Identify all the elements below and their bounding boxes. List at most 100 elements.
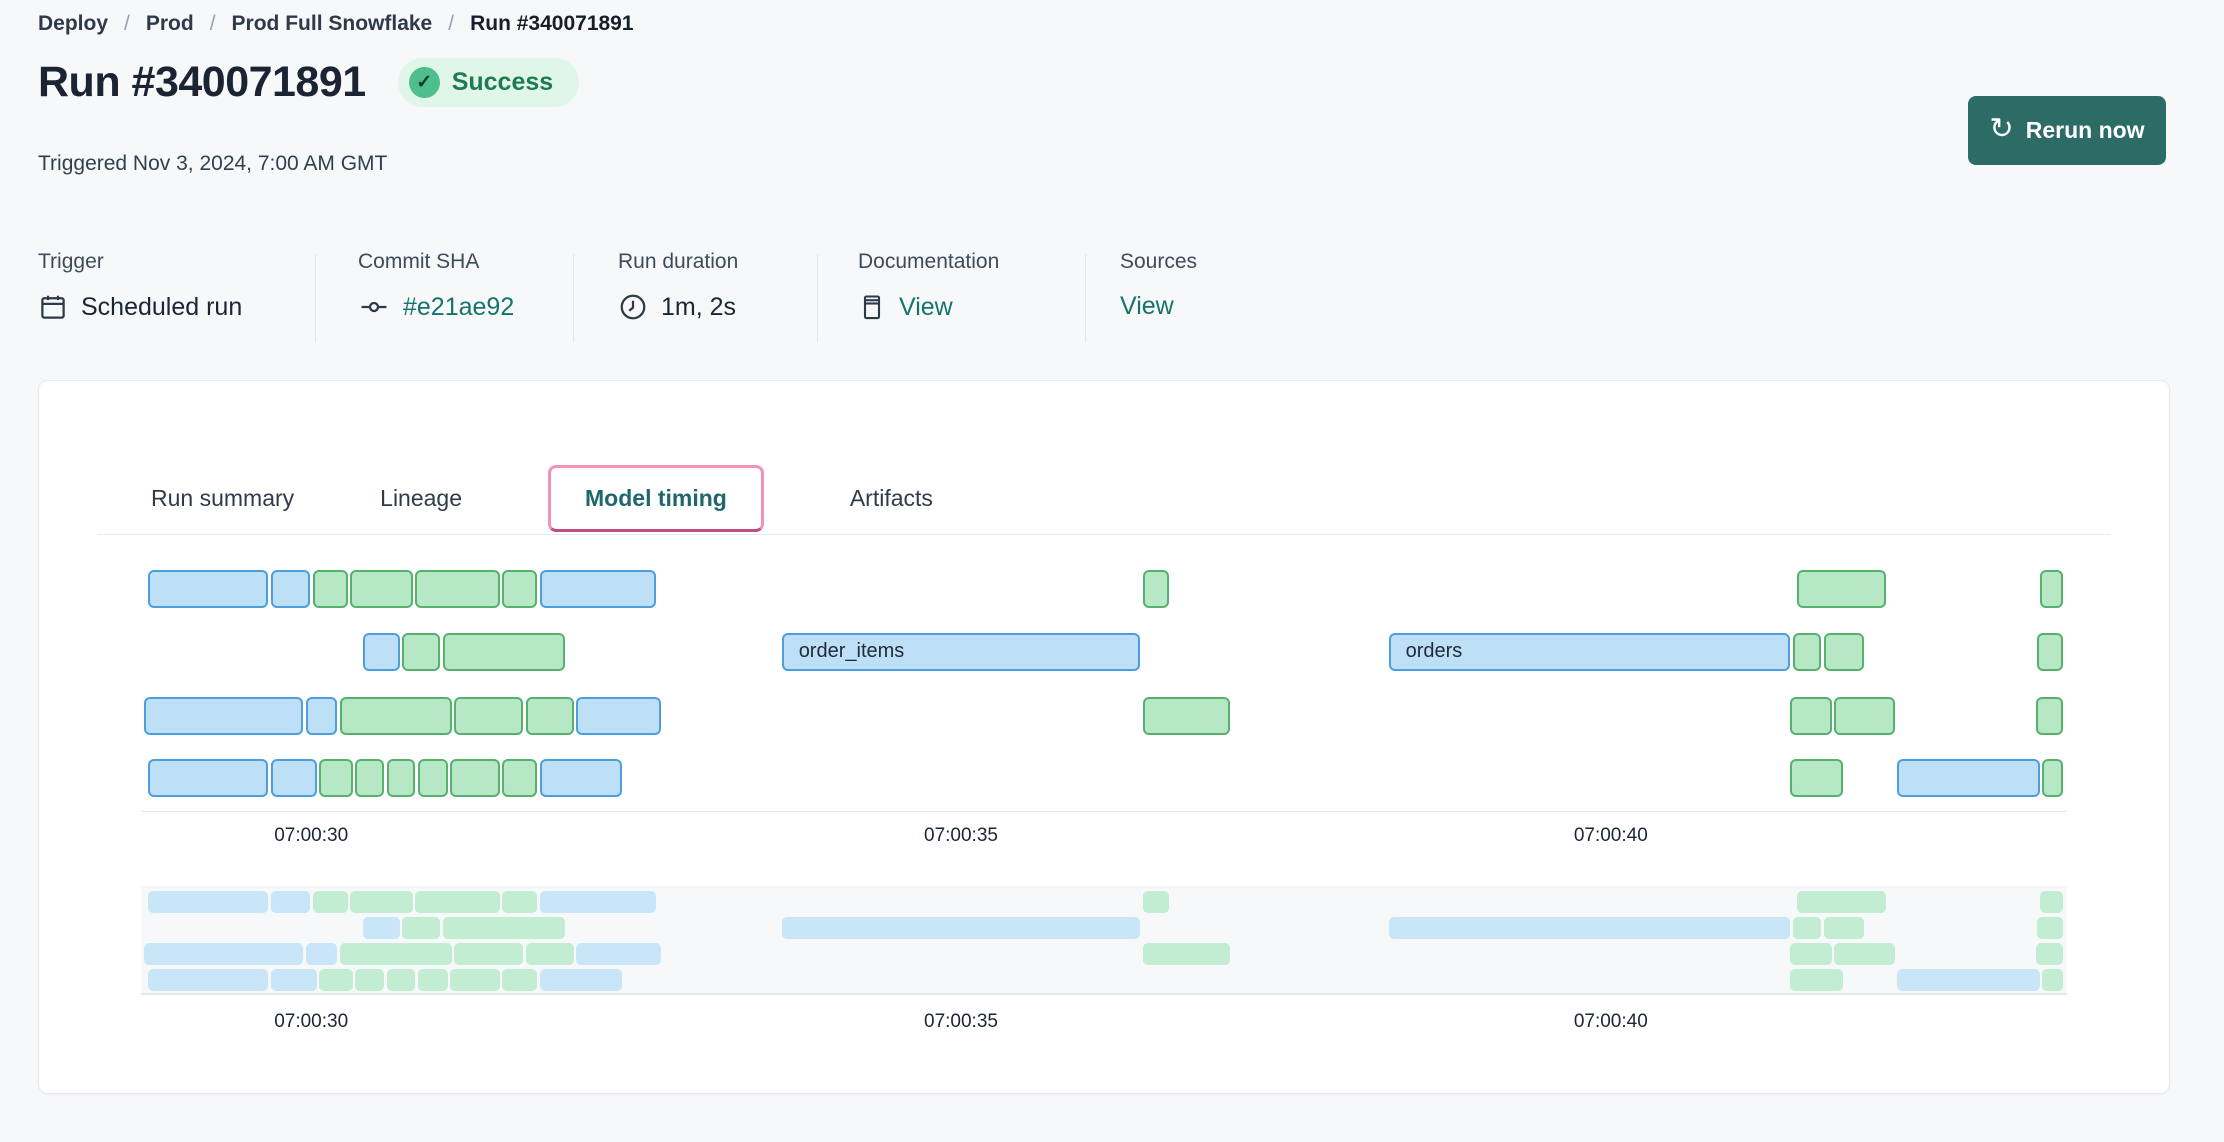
meta-sources-view-link[interactable]: View bbox=[1120, 292, 1174, 321]
timing-bar[interactable] bbox=[148, 570, 269, 608]
timing-bar bbox=[271, 891, 310, 913]
timing-bar[interactable] bbox=[526, 697, 574, 735]
timing-bar[interactable] bbox=[2042, 759, 2063, 797]
timing-bar-order_items[interactable]: order_items bbox=[782, 633, 1141, 671]
timing-bar[interactable] bbox=[402, 633, 440, 671]
timing-bar-orders bbox=[1389, 917, 1791, 939]
axis-tick-label: 07:00:40 bbox=[1574, 1011, 1648, 1033]
timing-bar bbox=[1897, 969, 2040, 991]
timing-bar[interactable] bbox=[454, 697, 523, 735]
timing-bar[interactable] bbox=[363, 633, 399, 671]
timing-bar[interactable] bbox=[313, 570, 348, 608]
rerun-now-button[interactable]: ↻ Rerun now bbox=[1968, 96, 2166, 165]
divider bbox=[1085, 254, 1086, 342]
timing-bar[interactable] bbox=[1143, 570, 1169, 608]
timing-bar bbox=[144, 943, 304, 965]
meta-trigger: Trigger Scheduled run bbox=[38, 250, 242, 322]
breadcrumb: Deploy / Prod / Prod Full Snowflake / Ru… bbox=[38, 12, 634, 36]
breadcrumb-job[interactable]: Prod Full Snowflake bbox=[232, 12, 433, 36]
timing-bar[interactable] bbox=[502, 759, 537, 797]
timing-bar[interactable] bbox=[2037, 633, 2063, 671]
meta-commit-value[interactable]: #e21ae92 bbox=[403, 293, 514, 322]
timing-bar bbox=[2037, 917, 2063, 939]
timing-bar bbox=[1143, 891, 1169, 913]
timing-bar[interactable] bbox=[450, 759, 499, 797]
timing-bar[interactable] bbox=[387, 759, 416, 797]
breadcrumb-separator: / bbox=[210, 12, 216, 36]
timing-bar bbox=[502, 891, 537, 913]
timing-bar[interactable] bbox=[415, 570, 500, 608]
axis-tick-label: 07:00:35 bbox=[924, 825, 998, 847]
timing-bar bbox=[313, 891, 348, 913]
timing-bar[interactable] bbox=[443, 633, 565, 671]
axis-tick-label: 07:00:30 bbox=[274, 825, 348, 847]
timing-bar bbox=[454, 943, 523, 965]
timing-bar bbox=[355, 969, 384, 991]
triggered-timestamp: Triggered Nov 3, 2024, 7:00 AM GMT bbox=[38, 152, 387, 176]
timing-bar bbox=[387, 969, 416, 991]
breadcrumb-deploy[interactable]: Deploy bbox=[38, 12, 108, 36]
axis-tick-label: 07:00:40 bbox=[1574, 825, 1648, 847]
status-badge-label: Success bbox=[452, 68, 553, 97]
timing-bar-orders[interactable]: orders bbox=[1389, 633, 1791, 671]
tab-artifacts[interactable]: Artifacts bbox=[850, 485, 933, 512]
timing-bar[interactable] bbox=[1797, 570, 1887, 608]
timing-bar[interactable] bbox=[319, 759, 353, 797]
tab-model-timing[interactable]: Model timing bbox=[548, 465, 764, 532]
timing-bar[interactable] bbox=[1790, 759, 1843, 797]
meta-duration-label: Run duration bbox=[618, 250, 738, 274]
gantt-axis-labels: 07:00:30 07:00:35 07:00:40 bbox=[141, 825, 2067, 849]
timing-bar bbox=[2042, 969, 2063, 991]
timing-bar[interactable] bbox=[576, 697, 661, 735]
timing-bar[interactable] bbox=[1824, 633, 1864, 671]
timing-bar[interactable] bbox=[350, 570, 412, 608]
timing-row: order_items orders bbox=[141, 633, 2067, 671]
tab-run-summary[interactable]: Run summary bbox=[151, 485, 294, 512]
timing-bar bbox=[415, 891, 500, 913]
breadcrumb-run: Run #340071891 bbox=[470, 12, 633, 36]
divider bbox=[817, 254, 818, 342]
timing-bar[interactable] bbox=[1790, 697, 1832, 735]
timing-bar bbox=[363, 917, 399, 939]
minimap-axis-labels: 07:00:3007:00:3507:00:40 bbox=[141, 1011, 2067, 1035]
run-detail-card: Run summary Lineage Model timing Artifac… bbox=[38, 380, 2170, 1094]
timing-bar[interactable] bbox=[1897, 759, 2040, 797]
axis-tick-label: 07:00:35 bbox=[924, 1011, 998, 1033]
timing-bar bbox=[1797, 891, 1887, 913]
timing-minimap[interactable] bbox=[141, 886, 2067, 995]
clock-icon bbox=[618, 292, 648, 322]
timing-bar[interactable] bbox=[540, 570, 656, 608]
timing-bar[interactable] bbox=[1834, 697, 1895, 735]
timing-bar[interactable] bbox=[271, 570, 310, 608]
timing-bar bbox=[1790, 969, 1843, 991]
timing-bar[interactable] bbox=[502, 570, 537, 608]
check-icon: ✓ bbox=[409, 67, 440, 98]
timing-bar[interactable] bbox=[2040, 570, 2063, 608]
timing-row bbox=[141, 943, 2067, 965]
timing-bar bbox=[402, 917, 440, 939]
timing-bar[interactable] bbox=[540, 759, 622, 797]
tab-lineage[interactable]: Lineage bbox=[380, 485, 462, 512]
timing-bar[interactable] bbox=[148, 759, 269, 797]
breadcrumb-prod[interactable]: Prod bbox=[146, 12, 194, 36]
timing-bar[interactable] bbox=[271, 759, 317, 797]
meta-sources: Sources View bbox=[1120, 250, 1197, 321]
meta-docs-view-link[interactable]: View bbox=[899, 293, 953, 322]
timing-bar bbox=[1834, 943, 1895, 965]
divider bbox=[315, 254, 316, 342]
timing-bar bbox=[2036, 943, 2063, 965]
timing-row bbox=[141, 891, 2067, 913]
divider bbox=[573, 254, 574, 342]
title-row: Run #340071891 ✓ Success bbox=[38, 58, 579, 107]
timing-bar bbox=[576, 943, 661, 965]
timing-bar[interactable] bbox=[355, 759, 384, 797]
timing-bar[interactable] bbox=[418, 759, 448, 797]
timing-bar bbox=[526, 943, 574, 965]
timing-bar[interactable] bbox=[1793, 633, 1822, 671]
timing-bar[interactable] bbox=[306, 697, 337, 735]
timing-bar[interactable] bbox=[1143, 697, 1230, 735]
timing-bar[interactable] bbox=[144, 697, 304, 735]
meta-duration-value: 1m, 2s bbox=[661, 293, 736, 322]
timing-bar[interactable] bbox=[340, 697, 452, 735]
timing-bar[interactable] bbox=[2036, 697, 2063, 735]
